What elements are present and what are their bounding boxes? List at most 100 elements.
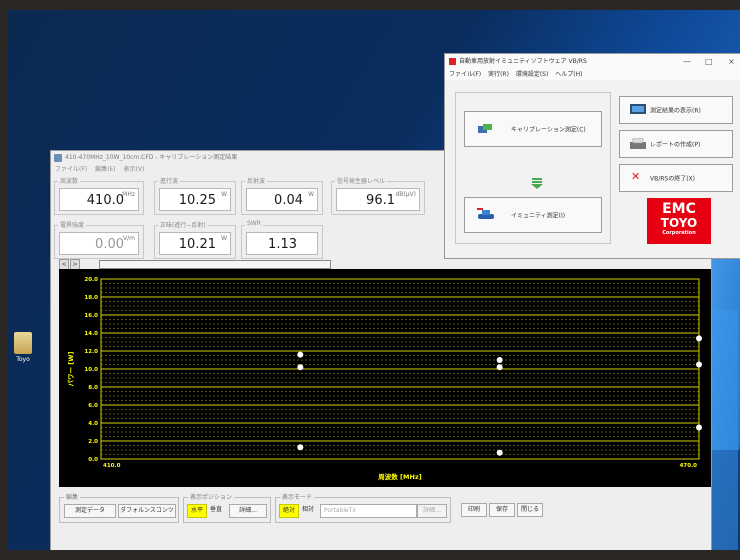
- horizontal-toggle[interactable]: 水平: [187, 504, 207, 518]
- app-icon: [449, 58, 456, 65]
- results-icon: [630, 104, 646, 114]
- data-point: [496, 357, 503, 363]
- immunity-button[interactable]: イミュニティ測定(I): [464, 197, 602, 233]
- data-point: [496, 364, 503, 371]
- frequency-value: 410.0: [86, 193, 124, 208]
- photo-frame: Toyo 410-470MHz_10W_10cm.CFD - キャリブレーション…: [8, 10, 740, 550]
- menu-edit[interactable]: 編集(E): [95, 166, 115, 173]
- menu-file[interactable]: ファイル(F): [449, 71, 481, 78]
- app-icon: [54, 154, 62, 162]
- mode-combo[interactable]: PortableTx: [320, 504, 417, 518]
- report-button[interactable]: レポートの作成(P): [619, 130, 733, 158]
- folder-icon: [14, 332, 32, 354]
- forward-power-field: 進行波 10.25 W: [154, 176, 236, 215]
- x-tick-label: 470.0: [680, 463, 698, 469]
- menu-help[interactable]: ヘルプ(H): [555, 71, 582, 78]
- menu-view[interactable]: 表示(V): [123, 166, 144, 173]
- field-strength-unit: V/m: [123, 235, 135, 242]
- report-label: レポートの作成(P): [650, 141, 701, 149]
- net-unit: W: [221, 235, 227, 242]
- power-chart: 20.0 18.0 16.0 14.0 12.0 10.0 8.0 6.0 4.0 2.0 0.0 4…: [59, 269, 711, 487]
- exit-label: VB/RSの終了(X): [650, 175, 696, 183]
- measurement-data-button[interactable]: 測定データ: [64, 504, 116, 518]
- calibration-button[interactable]: キャリブレーション測定(C): [464, 111, 602, 147]
- logo-line-1: EMC: [662, 201, 696, 217]
- show-results-button[interactable]: 測定結果の表示(R): [619, 96, 733, 124]
- frequency-field: 周波数 410.0 MHz: [54, 176, 144, 215]
- x-axis-label: 周波数 [MHz]: [378, 472, 421, 481]
- exit-button[interactable]: ✕ VB/RSの終了(X): [619, 164, 733, 192]
- reflected-value: 0.04: [274, 193, 303, 208]
- close-button[interactable]: 閉じる: [517, 503, 543, 517]
- close-icon[interactable]: ×: [728, 54, 735, 69]
- y-tick-label: 12.0: [84, 349, 98, 355]
- logo-line-3: Corporation: [662, 230, 696, 236]
- field-strength-field: 電界強度 0.00 V/m: [54, 220, 144, 259]
- swr-value: 1.13: [268, 237, 297, 252]
- net-power-field: 正味(進行−反射) 10.21 W: [154, 220, 236, 259]
- net-caption: 正味(進行−反射): [158, 220, 208, 229]
- minimize-icon[interactable]: —: [683, 54, 691, 69]
- immunity-window-body: キャリブレーション測定(C) イミュニティ測定(I) 測定結果の表示(R) レポ…: [451, 84, 739, 252]
- field-strength-caption: 電界強度: [58, 220, 87, 229]
- x-tick-label: 410.0: [103, 463, 121, 469]
- window-title: 410-470MHz_10W_10cm.CFD - キャリブレーション測定結果: [65, 154, 238, 161]
- absolute-toggle[interactable]: 絶対: [279, 504, 299, 518]
- desktop-icon-toyo[interactable]: Toyo: [8, 332, 38, 363]
- data-point: [696, 335, 702, 342]
- printer-icon: [630, 138, 646, 149]
- immunity-button-label: イミュニティ測定(I): [511, 212, 566, 220]
- show-results-label: 測定結果の表示(R): [650, 107, 701, 115]
- y-tick-label: 6.0: [88, 403, 98, 409]
- edit-group: 編集 測定データ ダフォルンスコンツ: [59, 492, 179, 523]
- y-tick-label: 20.0: [84, 277, 98, 283]
- signal-generator-field: 信号発生器レベル 96.1 dB(μV): [331, 176, 425, 215]
- scroll-track[interactable]: [99, 260, 331, 269]
- relative-toggle[interactable]: 相対: [299, 504, 317, 516]
- vertical-toggle[interactable]: 垂直: [207, 504, 225, 516]
- reflected-power-field: 反射波 0.04 W: [241, 176, 323, 215]
- y-tick-label: 8.0: [88, 385, 98, 391]
- data-point: [297, 351, 304, 358]
- y-tick-label: 18.0: [84, 295, 98, 301]
- calibration-button-label: キャリブレーション測定(C): [511, 126, 586, 134]
- forward-value: 10.25: [178, 193, 216, 208]
- emc-toyo-logo: EMC TOYO Corporation: [647, 198, 711, 244]
- y-tick-label: 4.0: [88, 421, 98, 427]
- immunity-menu-bar: ファイル(F) 実行(R) 環境設定(S) ヘルプ(H): [445, 69, 740, 80]
- desktop-icon-label: Toyo: [16, 356, 30, 363]
- immunity-title-bar[interactable]: 自動車用放射イミュニティソフトウェア VB/RS — □ ×: [445, 54, 740, 69]
- data-point: [297, 444, 304, 451]
- bottom-toolbar: 編集 測定データ ダフォルンスコンツ 表示ポジション 水平 垂直 詳細... 表…: [55, 489, 707, 549]
- display-mode-group: 表示モード 絶対 相対 PortableTx 詳細...: [275, 492, 451, 523]
- power-chart-svg: 20.0 18.0 16.0 14.0 12.0 10.0 8.0 6.0 4.0 2.0 0.0 4…: [66, 277, 702, 481]
- swr-caption: SWR: [245, 220, 263, 227]
- edit-group-caption: 編集: [64, 492, 81, 501]
- chart-scroller: < >: [59, 259, 709, 270]
- y-tick-label: 10.0: [84, 367, 98, 373]
- frequency-caption: 周波数: [58, 176, 81, 185]
- save-button[interactable]: 保存: [489, 503, 515, 517]
- default-button[interactable]: ダフォルンスコンツ: [118, 504, 176, 518]
- data-point: [696, 424, 702, 431]
- menu-run[interactable]: 実行(R): [488, 71, 509, 78]
- y-tick-label: 2.0: [88, 439, 98, 445]
- menu-file[interactable]: ファイル(F): [55, 166, 87, 173]
- print-button[interactable]: 印刷: [461, 503, 487, 517]
- calibration-icon: [478, 124, 492, 133]
- frequency-unit: MHz: [122, 191, 135, 198]
- field-strength-value: 0.00: [95, 237, 124, 252]
- y-axis-label: パワー [W]: [66, 352, 75, 387]
- immunity-title: 自動車用放射イミュニティソフトウェア VB/RS: [459, 58, 587, 65]
- display-mode-caption: 表示モード: [280, 492, 315, 501]
- exit-icon: ✕: [631, 170, 641, 183]
- display-detail-button[interactable]: 詳細...: [229, 504, 267, 518]
- reflected-unit: W: [308, 191, 314, 198]
- siggen-caption: 信号発生器レベル: [335, 176, 388, 185]
- display-position-group: 表示ポジション 水平 垂直 詳細...: [183, 492, 271, 523]
- logo-line-2: TOYO: [660, 216, 698, 230]
- maximize-icon[interactable]: □: [705, 54, 713, 69]
- menu-settings[interactable]: 環境設定(S): [516, 71, 549, 78]
- display-position-caption: 表示ポジション: [188, 492, 235, 501]
- mode-detail-button[interactable]: 詳細...: [417, 504, 447, 518]
